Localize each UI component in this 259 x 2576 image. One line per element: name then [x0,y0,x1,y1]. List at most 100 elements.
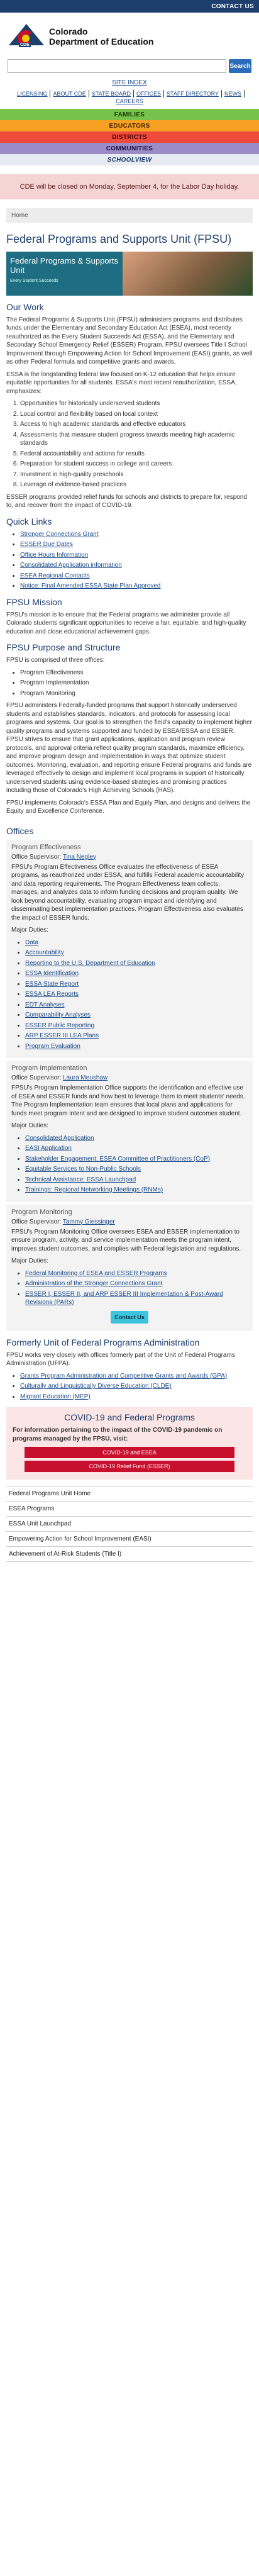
duty-link[interactable]: ESSER Public Reporting [25,1022,94,1029]
list-item: Leverage of evidence-based practices [20,481,253,489]
contact-us-button[interactable]: Contact Us [111,1310,148,1324]
contact-us-link[interactable]: CONTACT US [211,3,254,10]
supervisor-link[interactable]: Tammy Giessinger [63,1218,115,1225]
offices-list: Program Effectiveness Program Implementa… [6,669,253,698]
mission-text: FPSU's mission is to ensure that the Fed… [6,611,246,635]
main-nav: FAMILIES EDUCATORS DISTRICTS COMMUNITIES… [0,109,259,165]
duty-link[interactable]: Administration of the Stronger Connectio… [25,1280,162,1287]
list-item: Investment in high-quality preschools [20,471,253,479]
link-careers[interactable]: CAREERS [113,98,146,105]
quick-link[interactable]: Office Hours Information [20,552,88,559]
duty-link[interactable]: Trainings: Regional Networking Meetings … [25,1186,163,1193]
quick-links-list: Stronger Connections Grant ESSER Due Dat… [6,530,253,591]
supervisor-link[interactable]: Laura Meushaw [63,1074,107,1081]
list-item: Program Implementation [20,679,253,688]
duty-link[interactable]: Data [25,939,38,946]
quick-link[interactable]: Consolidated Application information [20,562,122,569]
our-work-p1: The Federal Programs & Supports Unit (FP… [6,316,253,366]
office-monitoring: Program Monitoring Office Supervisor: Ta… [6,1204,253,1331]
duty-link[interactable]: ESSER I, ESSER II, and ARP ESSER III Imp… [25,1291,223,1307]
hero-banner: Federal Programs & Supports Unit Every S… [6,251,253,296]
former-link[interactable]: Culturally and Linguistically Diverse Ed… [20,1383,172,1390]
duty-link[interactable]: Consolidated Application [25,1135,94,1142]
link-news[interactable]: NEWS [222,90,245,98]
link-staff-directory[interactable]: STAFF DIRECTORY [164,90,223,98]
duty-link[interactable]: ARP ESSER III LEA Plans [25,1032,99,1039]
quick-links-heading: Quick Links [6,516,52,527]
duty-link[interactable]: ESSA LEA Reports [25,991,79,998]
duty-link[interactable]: ESSA Identification [25,970,79,977]
duty-link[interactable]: Federal Monitoring of ESEA and ESSER Pro… [25,1270,167,1277]
office-name: Program Effectiveness [11,843,81,851]
offices-heading: Offices [6,825,34,836]
quick-link[interactable]: Stronger Connections Grant [20,531,99,538]
link-state-board[interactable]: STATE BOARD [89,90,134,98]
duty-link[interactable]: Stakeholder Engagement: ESEA Committee o… [25,1156,210,1163]
related-link[interactable]: ESSA Unit Launchpad [6,1517,253,1532]
office-supervisor: Office Supervisor: Tina Negley [11,853,96,861]
nav-communities[interactable]: COMMUNITIES [0,143,259,154]
purpose-intro: FPSU is comprised of three offices: [6,657,105,664]
related-link[interactable]: Federal Programs Unit Home [6,1486,253,1502]
related-link[interactable]: Empowering Action for School Improvement… [6,1532,253,1547]
holiday-alert: CDE will be closed on Monday, September … [0,174,259,199]
top-bar: CONTACT US [0,0,259,13]
related-links: Federal Programs Unit Home ESEA Programs… [6,1486,253,1563]
duties-label: Major Duties: [11,927,48,934]
covid-esser-button[interactable]: COVID-19 Relief Fund (ESSER) [24,1461,235,1473]
covid-text: For information pertaining to the impact… [13,1427,223,1442]
related-link[interactable]: Achievement of At-Risk Students (Title I… [6,1547,253,1563]
former-link[interactable]: Migrant Education (MEP) [20,1393,91,1400]
cde-logo[interactable]: CDE [9,24,44,49]
duty-link[interactable]: ESSA State Report [25,981,79,988]
office-supervisor: Office Supervisor: Laura Meushaw [11,1074,108,1082]
list-item: Access to high academic standards and ef… [20,420,253,429]
duty-link[interactable]: Accountability [25,949,64,956]
office-text: FPSU's Program Implementation Office sup… [11,1084,245,1117]
office-supervisor: Office Supervisor: Tammy Giessinger [11,1218,115,1225]
page-title: Federal Programs and Supports Unit (FPSU… [6,233,232,245]
duty-link[interactable]: Comparability Analyses [25,1012,91,1018]
breadcrumb-home[interactable]: Home [11,212,28,219]
list-item: Federal accountability and actions for r… [20,450,253,459]
nav-districts[interactable]: DISTRICTS [0,131,259,143]
search-button[interactable]: Search [229,59,251,73]
our-work-heading: Our Work [6,301,44,312]
supervisor-link[interactable]: Tina Negley [63,854,96,861]
duty-link[interactable]: EDT Analyses [25,1001,65,1008]
duty-link[interactable]: Equitable Services to Non-Public Schools [25,1166,141,1173]
office-effectiveness: Program Effectiveness Office Supervisor:… [6,839,253,1059]
duty-link[interactable]: Program Evaluation [25,1043,80,1050]
search-input[interactable] [8,59,226,73]
covid-esea-button[interactable]: COVID-19 and ESEA [24,1447,235,1459]
related-link[interactable]: ESEA Programs [6,1502,253,1517]
nav-schoolview[interactable]: SCHOOLVIEW [0,154,259,165]
duty-link[interactable]: EASI Application [25,1145,72,1152]
list-item: Preparation for student success in colle… [20,460,253,469]
former-link[interactable]: Grants Program Administration and Compet… [20,1373,227,1380]
site-index-link[interactable]: SITE INDEX [112,79,147,86]
nav-families[interactable]: FAMILIES [0,109,259,120]
nav-educators[interactable]: EDUCATORS [0,120,259,131]
breadcrumb: Home [6,208,253,223]
quick-link[interactable]: ESSER Due Dates [20,541,73,548]
office-implementation: Program Implementation Office Supervisor… [6,1061,253,1202]
link-offices[interactable]: OFFICES [134,90,165,98]
former-text: FPSU works very closely with offices for… [6,1351,235,1368]
duty-link[interactable]: Technical Assistance: ESSA Launchpad [25,1176,136,1183]
header: CDE Colorado Department of Education [0,13,259,55]
essa-emphasis-list: Opportunities for historically underserv… [6,399,253,489]
quick-link[interactable]: Notice: Final Amended ESSA State Plan Ap… [20,583,160,589]
brand-name: Colorado Department of Education [49,26,154,47]
purpose-p2: FPSU implements Colorado's ESSA Plan and… [6,799,251,815]
list-item: Program Monitoring [20,689,253,698]
hero-photo [122,251,253,296]
our-work-p3: ESSER programs provided relief funds for… [6,493,247,510]
quick-link[interactable]: ESEA Regional Contacts [20,572,90,579]
link-licensing[interactable]: LICENSING [14,90,51,98]
mission-heading: FPSU Mission [6,596,62,607]
hero-subtitle: Every Student Succeeds [10,279,58,284]
duty-link[interactable]: Reporting to the U.S. Department of Educ… [25,960,155,967]
link-about[interactable]: ABOUT CDE [50,90,89,98]
our-work-p2: ESSA is the longstanding federal law foc… [6,371,237,395]
